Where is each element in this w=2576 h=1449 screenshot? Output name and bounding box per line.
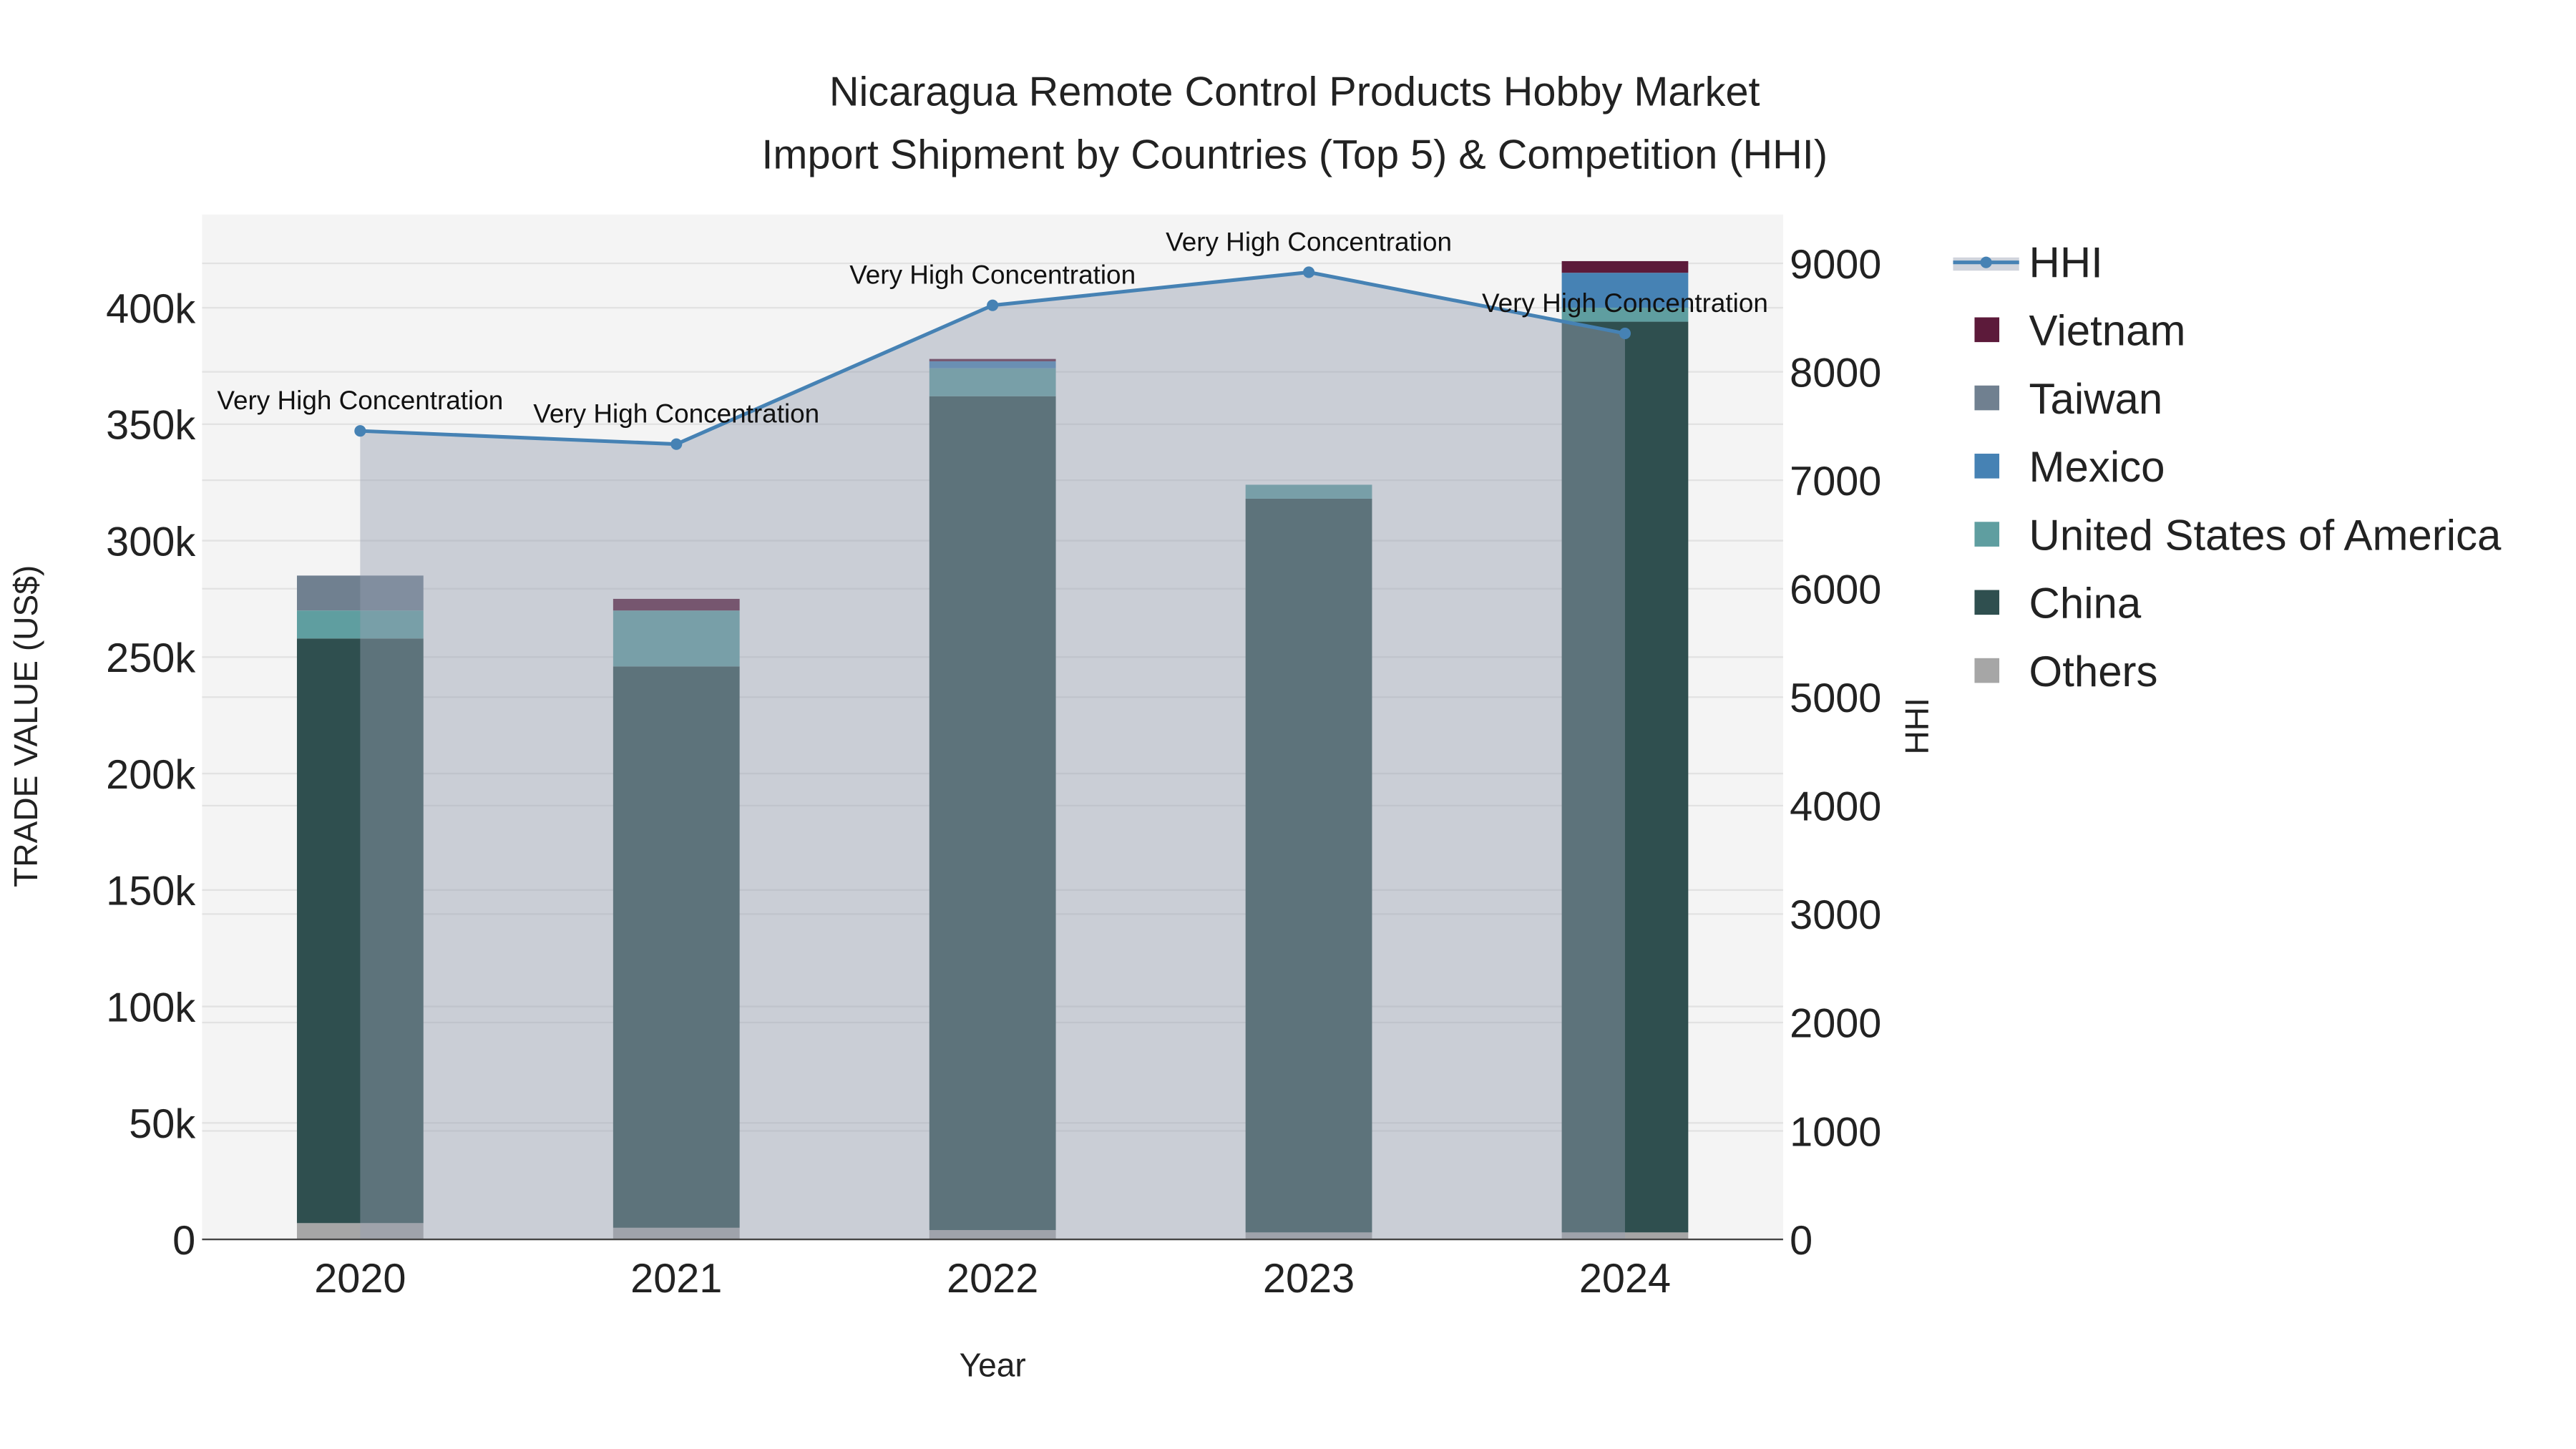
hhi-point-2022 — [987, 299, 999, 311]
x-tick-label: 2024 — [1579, 1256, 1671, 1302]
x-tick-label: 2022 — [947, 1256, 1038, 1302]
x-axis-title: Year — [960, 1347, 1026, 1384]
bar-vietnam-2024 — [1561, 260, 1689, 273]
y-tick-label: 350k — [106, 403, 195, 449]
hhi-point-2021 — [670, 438, 683, 450]
legend-item-china[interactable]: China — [1974, 580, 2142, 628]
hhi-annotation: Very High Concentration — [849, 260, 1136, 290]
y-tick-label: 200k — [106, 752, 195, 798]
hhi-point-2023 — [1302, 266, 1315, 278]
x-tick-label: 2021 — [630, 1256, 722, 1302]
chart: Nicaragua Remote Control Products Hobby … — [7, 69, 2502, 1384]
legend-swatch-marker — [1980, 256, 1992, 268]
y2-tick-label: 0 — [1790, 1218, 1813, 1264]
legend-label: Mexico — [2029, 443, 2165, 491]
y2-tick-label: 9000 — [1790, 242, 1881, 288]
y2-axis-title: HHI — [1898, 698, 1936, 754]
legend-swatch — [1974, 385, 2000, 411]
legend-item-hhi[interactable]: HHI — [1953, 238, 2103, 286]
hhi-point-2020 — [354, 425, 366, 437]
chart-title: Nicaragua Remote Control Products Hobby … — [829, 69, 1760, 115]
y-axis-title: TRADE VALUE (US$) — [7, 565, 44, 887]
y2-tick-label: 7000 — [1790, 459, 1881, 504]
y2-tick-label: 1000 — [1790, 1109, 1881, 1155]
y2-tick-label: 3000 — [1790, 892, 1881, 938]
y2-tick-label: 2000 — [1790, 1001, 1881, 1047]
y-tick-label: 50k — [129, 1101, 195, 1147]
hhi-annotation: Very High Concentration — [1482, 288, 1768, 318]
y2-tick-label: 5000 — [1790, 675, 1881, 721]
legend-swatch — [1974, 454, 2000, 479]
legend-label: Vietnam — [2029, 307, 2186, 355]
legend-label: China — [2029, 580, 2142, 628]
x-tick-label: 2020 — [314, 1256, 406, 1302]
x-tick-label: 2023 — [1263, 1256, 1355, 1302]
y-tick-label: 250k — [106, 635, 195, 681]
legend-swatch — [1974, 522, 2000, 547]
legend-swatch — [1974, 658, 2000, 683]
hhi-annotation: Very High Concentration — [217, 386, 503, 415]
legend-item-taiwan[interactable]: Taiwan — [1974, 375, 2162, 423]
legend-swatch — [1974, 317, 2000, 343]
chart-subtitle: Import Shipment by Countries (Top 5) & C… — [761, 132, 1828, 177]
legend-item-united-states-of-america[interactable]: United States of America — [1974, 511, 2502, 559]
legend-item-mexico[interactable]: Mexico — [1974, 443, 2165, 491]
legend-label: United States of America — [2029, 511, 2502, 559]
hhi-point-2024 — [1619, 327, 1631, 340]
hhi-annotation: Very High Concentration — [1166, 227, 1452, 256]
y-tick-label: 100k — [106, 985, 195, 1030]
y-tick-label: 0 — [172, 1218, 195, 1264]
y2-tick-label: 8000 — [1790, 350, 1881, 396]
legend-item-others[interactable]: Others — [1974, 648, 2157, 696]
legend-item-vietnam[interactable]: Vietnam — [1974, 307, 2185, 355]
legend-label: Others — [2029, 648, 2158, 696]
y2-tick-label: 4000 — [1790, 784, 1881, 830]
y-tick-label: 300k — [106, 519, 195, 565]
y-tick-label: 400k — [106, 286, 195, 332]
hhi-annotation: Very High Concentration — [533, 399, 819, 429]
y-tick-label: 150k — [106, 869, 195, 914]
legend-label: Taiwan — [2029, 375, 2163, 423]
legend-label: HHI — [2029, 238, 2103, 286]
y2-tick-label: 6000 — [1790, 567, 1881, 613]
legend-swatch — [1974, 590, 2000, 615]
